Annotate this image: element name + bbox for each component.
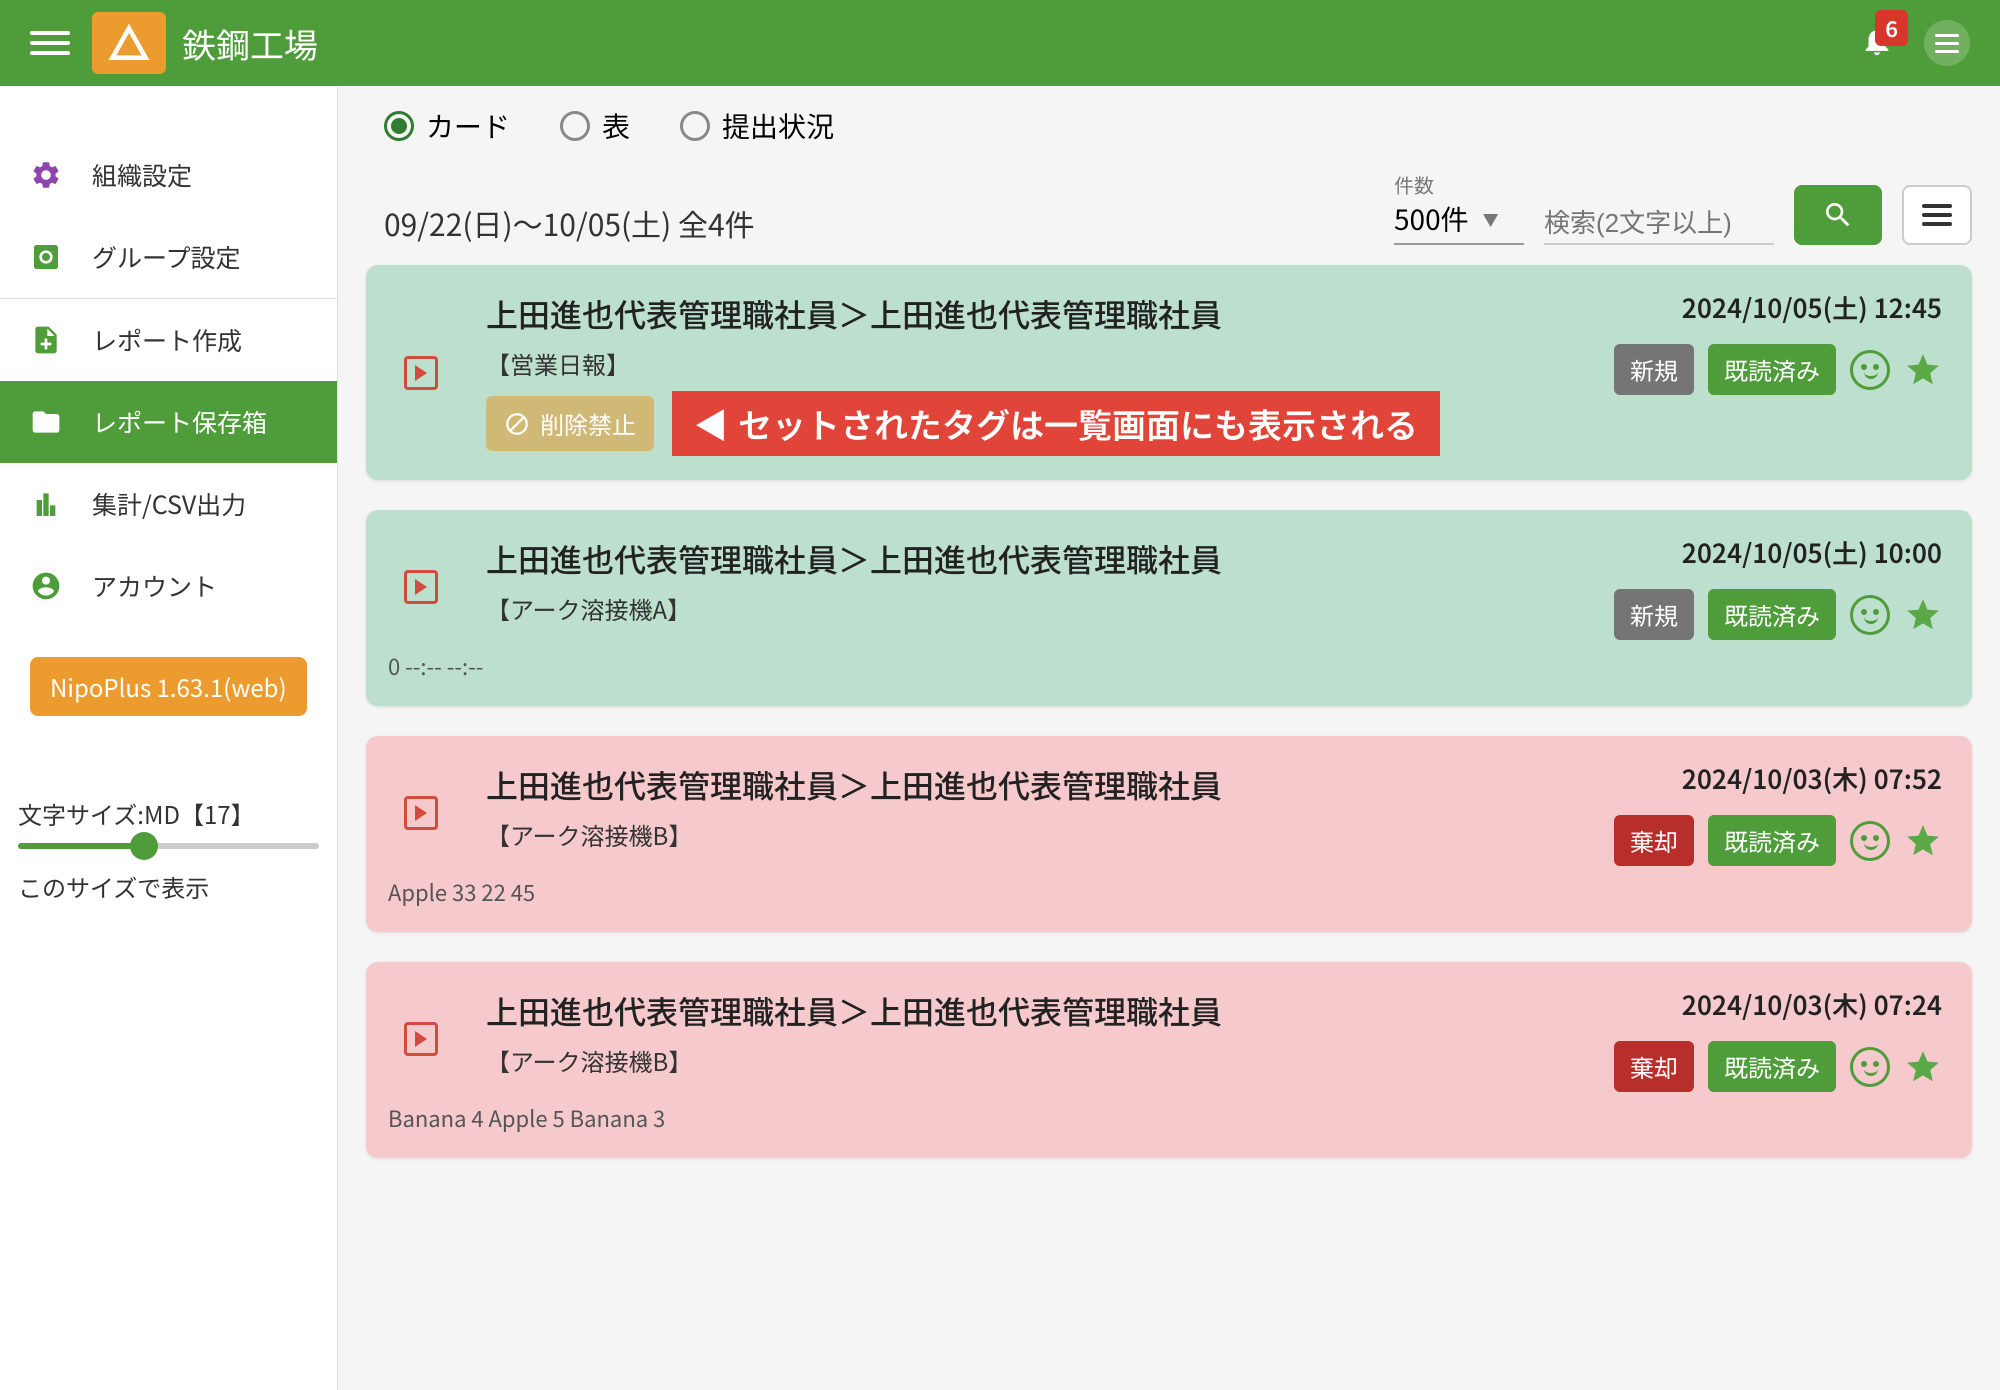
- count-selector[interactable]: 件数 500件▼: [1394, 170, 1524, 245]
- menu-toggle-right[interactable]: [1924, 20, 1970, 66]
- status-chip-1: 棄却: [1614, 1041, 1694, 1092]
- report-template-name: 【アーク溶接機B】: [486, 817, 1482, 852]
- report-card[interactable]: 上田進也代表管理職社員＞上田進也代表管理職社員 【アーク溶接機B】 2024/1…: [366, 736, 1972, 932]
- report-date: 2024/10/05(土) 10:00: [1522, 534, 1942, 571]
- sidebar-item-label: 集計/CSV出力: [92, 486, 246, 522]
- font-size-label: 文字サイズ:MD【17】: [18, 796, 319, 831]
- app-logo[interactable]: [92, 12, 166, 74]
- play-icon[interactable]: [404, 570, 438, 604]
- sidebar: 組織設定 グループ設定 レポート作成 レポート保存箱 集計/CSV出力 アカウン…: [0, 86, 338, 1390]
- account-icon: [28, 568, 64, 604]
- status-chip-1: 棄却: [1614, 815, 1694, 866]
- filter-row: 09/22(日)〜10/05(土) 全4件 件数 500件▼: [366, 170, 1972, 245]
- search-button[interactable]: [1794, 185, 1882, 245]
- notification-badge: 6: [1875, 10, 1908, 46]
- view-mode-status[interactable]: 提出状況: [680, 106, 834, 146]
- gear-icon: [28, 157, 64, 193]
- report-date: 2024/10/03(木) 07:24: [1522, 986, 1942, 1023]
- play-icon[interactable]: [404, 356, 438, 390]
- sidebar-item-label: グループ設定: [92, 239, 241, 275]
- triangle-icon: [107, 21, 151, 65]
- main-content: カード 表 提出状況 09/22(日)〜10/05(土) 全4件 件数 500件…: [338, 86, 2000, 1208]
- font-size-slider[interactable]: [18, 843, 319, 849]
- search-icon: [1822, 199, 1854, 231]
- star-icon[interactable]: [1904, 822, 1942, 860]
- search-input[interactable]: [1544, 204, 1774, 245]
- report-card[interactable]: 上田進也代表管理職社員＞上田進也代表管理職社員 【アーク溶接機A】 2024/1…: [366, 510, 1972, 706]
- status-chip-read: 既読済み: [1708, 589, 1836, 640]
- file-plus-icon: [28, 322, 64, 358]
- report-date: 2024/10/05(土) 12:45: [1522, 289, 1942, 326]
- sidebar-item-label: レポート保存箱: [92, 404, 267, 440]
- view-mode-table[interactable]: 表: [560, 106, 630, 146]
- report-template-name: 【アーク溶接機B】: [486, 1043, 1482, 1078]
- sidebar-item-report-box[interactable]: レポート保存箱: [0, 381, 337, 463]
- sidebar-item-account[interactable]: アカウント: [0, 545, 337, 627]
- status-chip-read: 既読済み: [1708, 1041, 1836, 1092]
- folder-icon: [28, 404, 64, 440]
- play-icon[interactable]: [404, 1022, 438, 1056]
- sidebar-item-group-settings[interactable]: グループ設定: [0, 216, 337, 298]
- report-footer-note: Banana 4 Apple 5 Banana 3: [388, 1102, 1942, 1134]
- version-button[interactable]: NipoPlus 1.63.1(web): [30, 657, 307, 716]
- face-icon[interactable]: [1850, 1047, 1890, 1087]
- status-chip-1: 新規: [1614, 344, 1694, 395]
- sidebar-item-report-create[interactable]: レポート作成: [0, 299, 337, 381]
- report-title: 上田進也代表管理職社員＞上田進也代表管理職社員: [486, 534, 1482, 585]
- report-card[interactable]: 上田進也代表管理職社員＞上田進也代表管理職社員 【アーク溶接機B】 2024/1…: [366, 962, 1972, 1158]
- sidebar-item-csv[interactable]: 集計/CSV出力: [0, 463, 337, 545]
- report-footer-note: 0 --:-- --:--: [388, 650, 1942, 682]
- play-icon[interactable]: [404, 796, 438, 830]
- forbidden-icon: [504, 411, 530, 437]
- app-header: 鉄鋼工場 6: [0, 0, 2000, 86]
- report-template-name: 【営業日報】: [486, 346, 1482, 381]
- status-chip-1: 新規: [1614, 589, 1694, 640]
- report-title: 上田進也代表管理職社員＞上田進也代表管理職社員: [486, 986, 1482, 1037]
- notifications-button[interactable]: 6: [1860, 24, 1894, 63]
- star-icon[interactable]: [1904, 351, 1942, 389]
- tag-delete-forbidden: 削除禁止: [486, 396, 654, 451]
- menu-toggle-left[interactable]: [30, 23, 70, 63]
- face-icon[interactable]: [1850, 350, 1890, 390]
- sidebar-item-label: アカウント: [92, 568, 217, 604]
- face-icon[interactable]: [1850, 821, 1890, 861]
- report-card[interactable]: 上田進也代表管理職社員＞上田進也代表管理職社員 【営業日報】 削除禁止 セットさ…: [366, 265, 1972, 480]
- status-chip-read: 既読済み: [1708, 815, 1836, 866]
- status-chip-read: 既読済み: [1708, 344, 1836, 395]
- report-footer-note: Apple 33 22 45: [388, 876, 1942, 908]
- star-icon[interactable]: [1904, 596, 1942, 634]
- star-icon[interactable]: [1904, 1048, 1942, 1086]
- sidebar-item-org-settings[interactable]: 組織設定: [0, 134, 337, 216]
- sidebar-item-label: レポート作成: [92, 322, 242, 358]
- view-mode-card[interactable]: カード: [384, 106, 510, 146]
- view-mode-toggles: カード 表 提出状況: [366, 106, 1972, 146]
- settings-app-icon: [28, 239, 64, 275]
- app-title: 鉄鋼工場: [182, 19, 318, 68]
- callout-annotation: セットされたタグは一覧画面にも表示される: [672, 391, 1440, 456]
- bar-chart-icon: [28, 486, 64, 522]
- sidebar-item-label: 組織設定: [92, 157, 192, 193]
- more-options-button[interactable]: [1902, 185, 1972, 245]
- report-template-name: 【アーク溶接機A】: [486, 591, 1482, 626]
- report-title: 上田進也代表管理職社員＞上田進也代表管理職社員: [486, 289, 1482, 340]
- report-date: 2024/10/03(木) 07:52: [1522, 760, 1942, 797]
- face-icon[interactable]: [1850, 595, 1890, 635]
- font-apply-button[interactable]: このサイズで表示: [18, 869, 319, 904]
- date-range-label[interactable]: 09/22(日)〜10/05(土) 全4件: [384, 201, 755, 245]
- chevron-down-icon: ▼: [1483, 207, 1499, 231]
- report-title: 上田進也代表管理職社員＞上田進也代表管理職社員: [486, 760, 1482, 811]
